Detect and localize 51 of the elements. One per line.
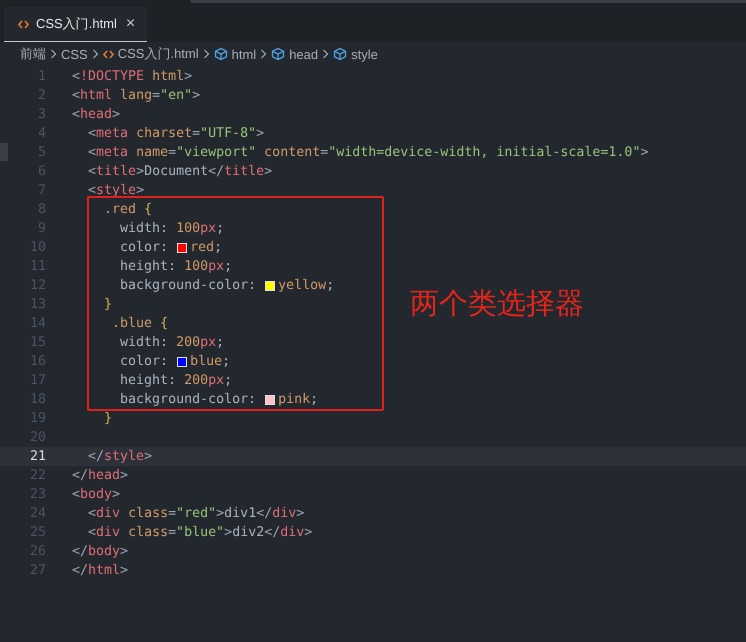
code-line: <html lang="en"> bbox=[72, 88, 200, 103]
code-file-icon bbox=[18, 20, 29, 28]
code-line: <!DOCTYPE html> bbox=[72, 69, 192, 84]
annotation-text: 两个类选择器 bbox=[410, 285, 584, 322]
code-line: </html> bbox=[72, 563, 128, 578]
close-button[interactable]: × bbox=[124, 16, 138, 32]
code-line: <meta name="viewport" content="width=device-width, initial-scale=1.0"> bbox=[87, 145, 648, 160]
editor-tab[interactable]: CSS入门.html × bbox=[4, 7, 148, 42]
code-line: width: 200px; bbox=[119, 335, 224, 350]
scroll-marker bbox=[0, 143, 8, 161]
cube-icon bbox=[214, 47, 228, 61]
code-line: background-color: pink; bbox=[119, 392, 318, 407]
code-line: </style> bbox=[87, 449, 152, 464]
code-line: <style> bbox=[87, 183, 144, 198]
line-number: 21 bbox=[28, 449, 46, 464]
code-line: <div class="blue">div2</div> bbox=[87, 525, 312, 540]
breadcrumb-item[interactable]: CSS入门.html bbox=[118, 45, 199, 63]
color-swatch[interactable] bbox=[265, 280, 276, 290]
code-line: } bbox=[103, 411, 112, 426]
chevron-icon bbox=[322, 49, 330, 59]
color-swatch[interactable] bbox=[177, 356, 188, 366]
chevron-icon bbox=[202, 49, 210, 59]
chevron-icon bbox=[260, 49, 268, 59]
breadcrumb-item[interactable]: CSS bbox=[61, 46, 88, 62]
breadcrumb-item[interactable]: style bbox=[351, 46, 378, 62]
color-swatch[interactable] bbox=[265, 394, 276, 404]
code-line: .blue { bbox=[111, 316, 168, 331]
code-file-icon bbox=[102, 50, 114, 58]
code-line: <div class="red">div1</div> bbox=[87, 506, 304, 521]
chevron-icon bbox=[92, 49, 99, 59]
code-line: color: red; bbox=[119, 240, 222, 255]
color-swatch[interactable] bbox=[177, 242, 188, 252]
code-line: </body> bbox=[72, 544, 128, 559]
code-line: color: blue; bbox=[119, 354, 230, 369]
cube-icon bbox=[271, 47, 286, 61]
code-line: <head> bbox=[72, 107, 120, 122]
code-line: <meta charset="UTF-8"> bbox=[87, 126, 264, 141]
code-line: } bbox=[103, 297, 112, 312]
code-line: height: 200px; bbox=[119, 373, 232, 388]
code-line: <body> bbox=[72, 487, 120, 502]
code-line: <title>Document</title> bbox=[87, 164, 272, 179]
breadcrumb-item[interactable]: html bbox=[232, 46, 256, 62]
code-line: height: 100px; bbox=[119, 259, 232, 274]
breadcrumb-item[interactable]: head bbox=[289, 46, 318, 62]
chevron-icon bbox=[50, 49, 57, 59]
cube-icon bbox=[333, 47, 348, 61]
code-line: background-color: yellow; bbox=[119, 278, 334, 293]
breadcrumb-item[interactable]: 前端 bbox=[20, 45, 46, 63]
code-line: width: 100px; bbox=[119, 221, 224, 236]
code-line: .red { bbox=[103, 202, 152, 217]
code-line: </head> bbox=[72, 468, 128, 483]
